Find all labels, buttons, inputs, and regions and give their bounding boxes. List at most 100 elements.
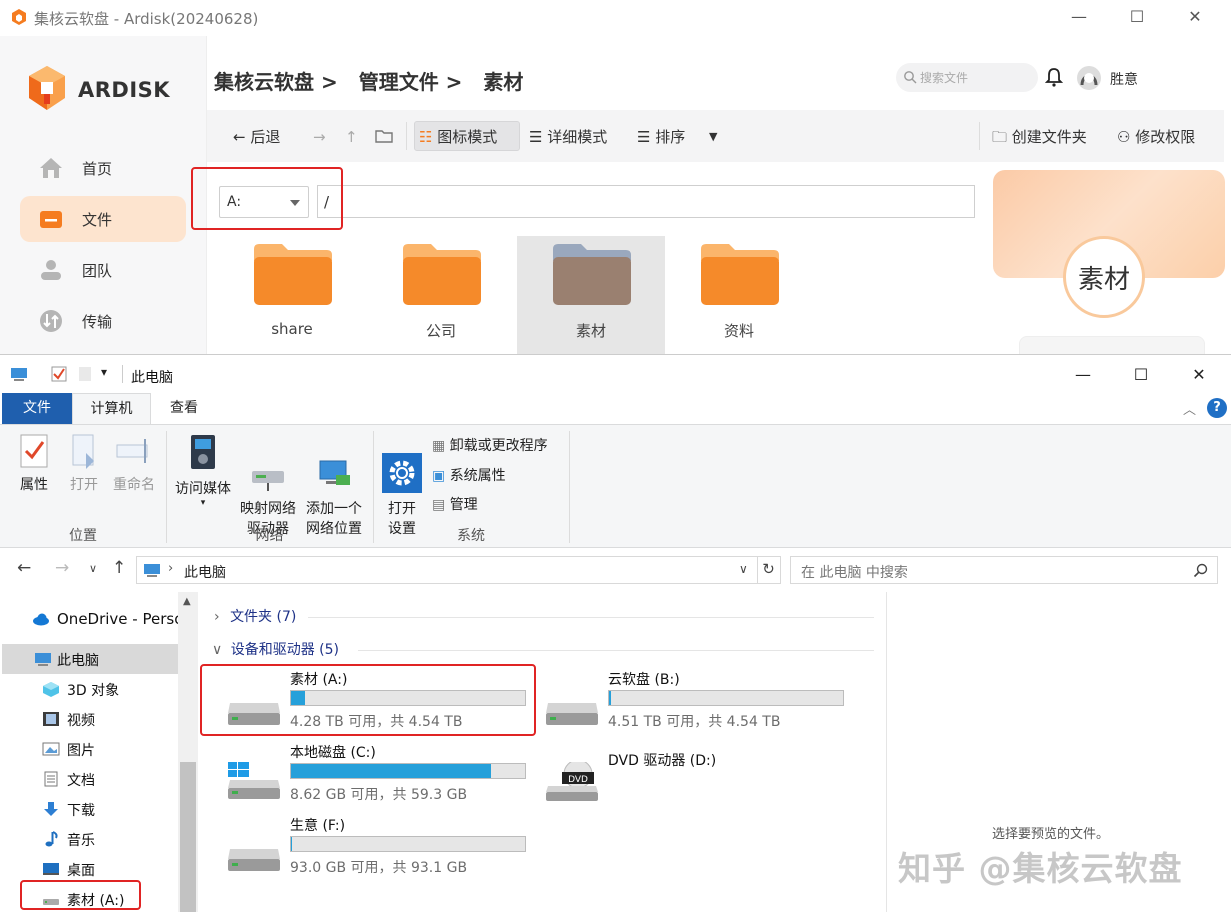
detail-mode-button[interactable]: ☰ 详细模式 xyxy=(529,124,607,150)
tree-item-label: 音乐 xyxy=(67,833,95,849)
tree-item-3d-objects[interactable]: 3D 对象 xyxy=(0,674,176,704)
open-label: 打开 xyxy=(70,477,98,493)
group-header-devices[interactable]: ∨ 设备和驱动器 (5) xyxy=(212,639,339,659)
avatar[interactable] xyxy=(1076,65,1102,91)
help-icon[interactable]: ? xyxy=(1207,398,1227,418)
folder-label: 素材 xyxy=(575,322,606,340)
sidebar-item-files[interactable]: 文件 xyxy=(20,196,186,242)
path-input[interactable]: / xyxy=(317,185,975,218)
refresh-button[interactable]: ↻ xyxy=(757,556,781,584)
maximize-button[interactable]: ☐ xyxy=(1122,4,1152,30)
icon-mode-button[interactable]: ☷ 图标模式 xyxy=(419,124,497,150)
uninstall-program-button[interactable]: ▦ 卸载或更改程序 xyxy=(432,435,548,455)
network-drive-icon xyxy=(252,471,284,491)
tree-item-documents[interactable]: 文档 xyxy=(0,764,176,794)
forward-arrow-icon[interactable]: → xyxy=(55,558,69,578)
properties-button[interactable]: 属性 xyxy=(12,433,56,495)
highlight-box xyxy=(200,664,536,736)
minimize-button[interactable]: — xyxy=(1068,363,1098,387)
highlight-box xyxy=(191,167,343,230)
back-arrow-icon[interactable]: ← xyxy=(17,558,31,578)
chevron-right-icon: › xyxy=(168,561,174,576)
properties-check-icon[interactable] xyxy=(50,365,68,383)
manage-label: 管理 xyxy=(449,497,478,513)
scroll-thumb[interactable] xyxy=(180,762,196,912)
tab-file[interactable]: 文件 xyxy=(2,393,72,424)
dvd-drive-icon: DVD xyxy=(546,762,598,801)
open-button[interactable]: 打开 xyxy=(62,433,106,495)
user-name[interactable]: 胜意 xyxy=(1110,69,1138,89)
tree-item-label: 下载 xyxy=(67,803,95,819)
folder-item[interactable]: share xyxy=(218,236,366,354)
drive-item[interactable]: 生意 (F:) 93.0 GB 可用，共 93.1 GB xyxy=(198,815,528,881)
access-media-button[interactable]: 访问媒体 ▾ xyxy=(172,433,234,508)
drive-free-space: 4.51 TB 可用，共 4.54 TB xyxy=(608,714,781,730)
search-input[interactable]: 搜索文件 xyxy=(896,63,1038,92)
close-button[interactable]: ✕ xyxy=(1180,4,1210,30)
preview-message: 选择要预览的文件。 xyxy=(992,827,1110,842)
tab-computer[interactable]: 计算机 xyxy=(72,393,151,424)
folder-detail-panel: 素材 xyxy=(985,162,1231,354)
computer-icon xyxy=(11,368,27,381)
minimize-button[interactable]: — xyxy=(1064,4,1094,30)
create-folder-button[interactable]: 🗀 创建文件夹 xyxy=(992,124,1087,150)
sort-button[interactable]: ☰ 排序 xyxy=(637,124,685,150)
sidebar-item-label: 文件 xyxy=(82,211,113,229)
drive-usage-bar xyxy=(608,690,844,706)
system-properties-button[interactable]: ▣ 系统属性 xyxy=(432,465,506,485)
tab-view[interactable]: 查看 xyxy=(151,393,217,424)
address-bar[interactable]: › 此电脑 ∨ xyxy=(136,556,758,584)
search-icon xyxy=(904,71,917,84)
breadcrumb: 集核云软盘 > 管理文件 > 素材 xyxy=(214,66,537,95)
address-text: 此电脑 xyxy=(184,565,226,581)
forward-arrow-icon[interactable]: → xyxy=(313,124,326,150)
back-button[interactable]: ← 后退 xyxy=(233,124,280,150)
close-button[interactable]: ✕ xyxy=(1184,363,1214,387)
tree-item-videos[interactable]: 视频 xyxy=(0,704,176,734)
drive-item[interactable]: 本地磁盘 (C:) 8.62 GB 可用，共 59.3 GB xyxy=(198,742,528,808)
new-folder-icon[interactable] xyxy=(76,365,94,383)
ribbon-group-label: 网络 xyxy=(255,528,284,544)
folder-item[interactable]: 资料 xyxy=(665,236,813,354)
bell-icon[interactable] xyxy=(1045,67,1063,87)
chevron-down-icon[interactable]: ∨ xyxy=(739,562,748,576)
navigation-tree: OneDrive - Perso 此电脑 3D 对象 视频 图片 文档 下载 音… xyxy=(0,592,198,912)
folder-item[interactable]: 公司 xyxy=(367,236,515,354)
drive-name: 本地磁盘 (C:) xyxy=(290,745,376,761)
folder-icon xyxy=(553,244,631,305)
sidebar-item-team[interactable]: 团队 xyxy=(20,247,186,293)
folder-path-icon[interactable] xyxy=(374,127,394,145)
chevron-down-icon[interactable]: ▼ xyxy=(709,124,717,150)
tree-item-this-pc[interactable]: 此电脑 xyxy=(2,644,178,674)
ardisk-sidebar: ARDISK 首页 文件 团队 传输 xyxy=(0,36,207,354)
up-arrow-icon[interactable]: ↑ xyxy=(112,558,126,578)
tree-item-music[interactable]: 音乐 xyxy=(0,824,176,854)
uninstall-label: 卸载或更改程序 xyxy=(449,438,548,454)
group-header-folders[interactable]: › 文件夹 (7) xyxy=(214,606,296,626)
sidebar-item-home[interactable]: 首页 xyxy=(20,145,186,191)
modify-permission-button[interactable]: ⚇ 修改权限 xyxy=(1117,124,1195,150)
recent-locations-icon[interactable]: ∨ xyxy=(89,562,97,575)
collapse-ribbon-icon[interactable]: ︿ xyxy=(1183,399,1196,418)
tree-item-onedrive[interactable]: OneDrive - Perso xyxy=(0,604,183,634)
search-input[interactable]: 在 此电脑 中搜索 xyxy=(790,556,1218,584)
breadcrumb-item[interactable]: 管理文件 > xyxy=(359,70,463,94)
breadcrumb-item[interactable]: 集核云软盘 > xyxy=(214,70,338,94)
maximize-button[interactable]: ☐ xyxy=(1126,363,1156,387)
search-icon xyxy=(1193,563,1208,578)
qat-dropdown-icon[interactable]: ▾ xyxy=(101,365,107,379)
manage-button[interactable]: ▤ 管理 xyxy=(432,494,478,514)
computer-icon xyxy=(35,653,51,666)
tree-item-downloads[interactable]: 下载 xyxy=(0,794,176,824)
rename-button[interactable]: 重命名 xyxy=(108,433,160,495)
drive-item[interactable]: DVD DVD 驱动器 (D:) xyxy=(516,742,846,808)
scroll-up-icon[interactable]: ▲ xyxy=(183,596,191,607)
uninstall-icon: ▦ xyxy=(432,438,446,454)
tree-item-pictures[interactable]: 图片 xyxy=(0,734,176,764)
up-arrow-icon[interactable]: ↑ xyxy=(345,124,358,150)
tree-scrollbar[interactable]: ▲ xyxy=(178,592,198,912)
folder-label: 资料 xyxy=(723,322,754,340)
folder-item-selected[interactable]: 素材 xyxy=(517,236,665,354)
drive-item[interactable]: 云软盘 (B:) 4.51 TB 可用，共 4.54 TB xyxy=(516,669,846,735)
sidebar-item-transfer[interactable]: 传输 xyxy=(20,298,186,344)
